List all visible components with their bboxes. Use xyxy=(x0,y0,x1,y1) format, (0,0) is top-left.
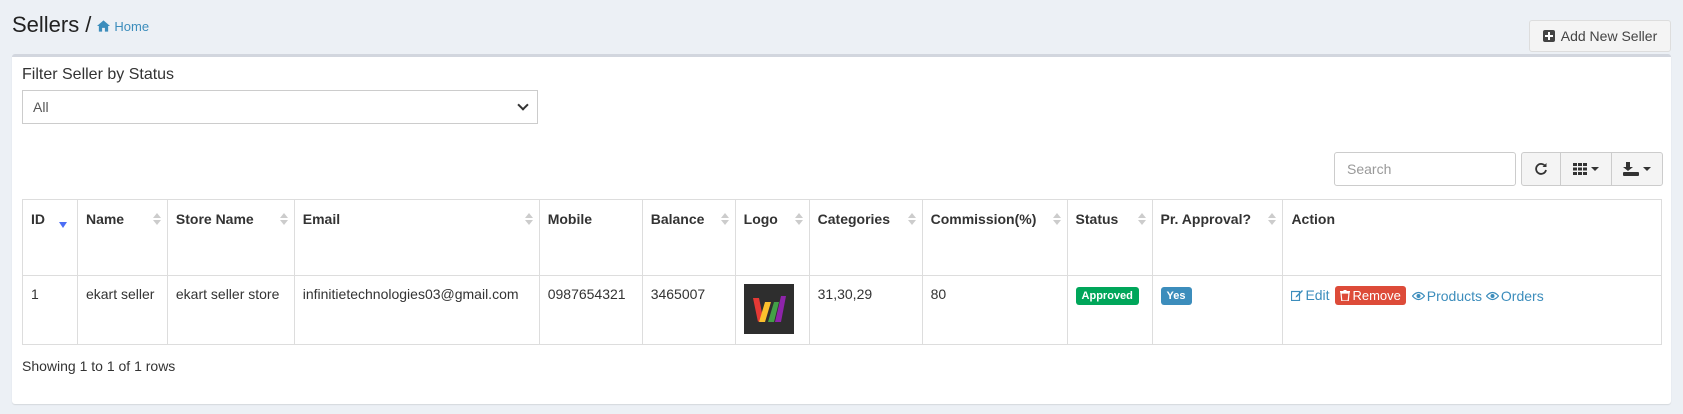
column-header-status[interactable]: Status xyxy=(1066,199,1153,276)
sort-icon xyxy=(1052,213,1061,225)
column-header-commission[interactable]: Commission(%) xyxy=(921,199,1068,276)
column-header-action: Action xyxy=(1282,199,1662,276)
sort-icon xyxy=(524,213,533,225)
sort-icon xyxy=(794,213,803,225)
products-link[interactable]: Products xyxy=(1411,288,1483,304)
cell-balance: 3465007 xyxy=(641,275,736,345)
status-filter-select[interactable]: All xyxy=(22,90,538,124)
store-logo-image[interactable] xyxy=(743,284,794,334)
sort-icon xyxy=(907,213,916,225)
column-header-store-name[interactable]: Store Name xyxy=(166,199,295,276)
sellers-box: Filter Seller by Status All Search ID Na… xyxy=(12,54,1671,404)
export-icon xyxy=(1623,162,1639,176)
column-header-pr-approval[interactable]: Pr. Approval? xyxy=(1151,199,1284,276)
cell-store-name: ekart seller store xyxy=(166,275,295,345)
columns-icon xyxy=(1573,163,1587,175)
orders-link[interactable]: Orders xyxy=(1485,288,1544,304)
column-header-categories[interactable]: Categories xyxy=(808,199,923,276)
add-new-seller-label: Add New Seller xyxy=(1560,28,1658,44)
sellers-table: ID Name Store Name Email Mobile Balance … xyxy=(22,199,1662,345)
sort-icon xyxy=(1268,213,1277,225)
refresh-button[interactable] xyxy=(1521,152,1561,186)
cell-mobile: 0987654321 xyxy=(538,275,643,345)
status-badge: Approved xyxy=(1075,287,1139,305)
table-row: 1 ekart seller ekart seller store infini… xyxy=(22,275,1662,345)
home-icon xyxy=(97,20,111,32)
page-title: Sellers xyxy=(12,12,80,37)
cell-id: 1 xyxy=(22,275,78,345)
cell-email: infinitietechnologies03@gmail.com xyxy=(293,275,540,345)
column-header-name[interactable]: Name xyxy=(76,199,168,276)
export-button[interactable] xyxy=(1611,152,1663,186)
search-input[interactable] xyxy=(1334,152,1516,186)
remove-label: Remove xyxy=(1352,288,1401,303)
table-header-row: ID Name Store Name Email Mobile Balance … xyxy=(22,199,1662,276)
cell-pr-approval: Yes xyxy=(1151,275,1284,345)
column-header-mobile: Mobile xyxy=(538,199,643,276)
remove-button[interactable]: Remove xyxy=(1335,286,1406,305)
sort-icon xyxy=(152,213,161,225)
caret-down-icon xyxy=(1643,167,1651,171)
refresh-icon xyxy=(1535,163,1547,175)
add-new-seller-button[interactable]: Add New Seller xyxy=(1529,20,1671,52)
caret-down-icon xyxy=(1591,167,1599,171)
edit-icon xyxy=(1291,290,1304,301)
column-header-email[interactable]: Email xyxy=(293,199,540,276)
columns-toggle-button[interactable] xyxy=(1560,152,1612,186)
sort-desc-icon xyxy=(58,222,67,228)
approval-badge: Yes xyxy=(1160,287,1192,305)
sort-icon xyxy=(279,213,288,225)
eye-icon xyxy=(1485,291,1499,301)
chevron-down-icon xyxy=(517,99,529,111)
column-header-logo[interactable]: Logo xyxy=(734,199,810,276)
column-header-balance[interactable]: Balance xyxy=(641,199,736,276)
filter-label: Filter Seller by Status xyxy=(22,66,175,83)
cell-status: Approved xyxy=(1066,275,1153,345)
products-label: Products xyxy=(1426,288,1483,304)
cell-name: ekart seller xyxy=(76,275,168,345)
pagination-info: Showing 1 to 1 of 1 rows xyxy=(22,358,176,374)
sort-icon xyxy=(1137,213,1146,225)
column-header-id[interactable]: ID xyxy=(22,199,78,276)
plus-square-icon xyxy=(1542,30,1555,42)
title-separator: / xyxy=(85,12,92,37)
status-filter-value: All xyxy=(33,99,49,115)
cell-categories: 31,30,29 xyxy=(808,275,923,345)
page-header: Sellers / Home xyxy=(12,12,149,42)
edit-link[interactable]: Edit xyxy=(1291,287,1330,303)
orders-label: Orders xyxy=(1500,288,1544,304)
breadcrumb-home-label: Home xyxy=(114,18,150,34)
breadcrumb-home[interactable]: Home xyxy=(97,19,149,34)
cell-logo xyxy=(734,275,810,345)
trash-icon xyxy=(1340,290,1351,301)
edit-label: Edit xyxy=(1305,287,1330,303)
eye-icon xyxy=(1411,291,1425,301)
cell-commission: 80 xyxy=(921,275,1068,345)
table-toolbar xyxy=(1521,152,1663,186)
sort-icon xyxy=(720,213,729,225)
cell-action: Edit Remove Products Orders xyxy=(1282,275,1662,345)
